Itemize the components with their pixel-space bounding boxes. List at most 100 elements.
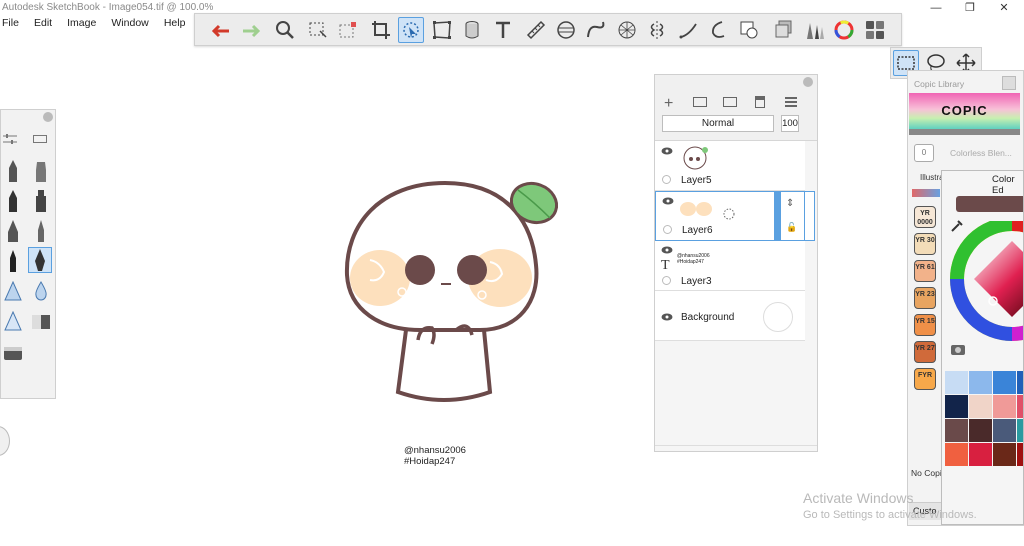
palette-swatch[interactable] — [1017, 419, 1023, 442]
opacity-field[interactable]: 100 — [781, 115, 799, 132]
shape-icon[interactable] — [706, 17, 732, 43]
marker-brush-icon[interactable] — [1, 188, 25, 214]
copic-swatch-yr30[interactable]: YR 30 — [914, 233, 936, 255]
blend-mode-select[interactable]: Normal — [662, 115, 774, 132]
copic-swatch-yr61[interactable]: YR 61 — [914, 260, 936, 282]
smear-brush-icon[interactable] — [1, 308, 25, 334]
crop-icon[interactable] — [368, 17, 394, 43]
distort-icon[interactable] — [429, 17, 455, 43]
perspective-icon[interactable] — [614, 17, 640, 43]
add-image-icon[interactable] — [723, 97, 737, 107]
brush-library-icon[interactable] — [33, 135, 47, 143]
copic-swatch-yr23[interactable]: YR 23 — [914, 287, 936, 309]
menu-window[interactable]: Window — [111, 17, 148, 29]
ellipse-guide-icon[interactable] — [553, 17, 579, 43]
undo-icon[interactable] — [207, 17, 233, 43]
brush-puck[interactable] — [0, 426, 10, 456]
copic-swatch-yr15[interactable]: YR 15 — [914, 314, 936, 336]
panel-close-icon[interactable] — [43, 112, 53, 122]
copic-color-strip[interactable] — [912, 189, 940, 197]
lagoon-icon[interactable] — [862, 17, 888, 43]
copic-swatch-yr27[interactable]: YR 27 — [914, 341, 936, 363]
current-color-swatch[interactable] — [956, 196, 1023, 212]
palette-swatch[interactable] — [993, 371, 1016, 394]
palette-swatch[interactable] — [945, 443, 968, 466]
copy-paste-icon[interactable] — [736, 17, 762, 43]
add-group-icon[interactable] — [693, 97, 707, 107]
hard-eraser-icon[interactable] — [1, 340, 25, 366]
palette-swatch[interactable] — [1017, 371, 1023, 394]
text-icon[interactable] — [490, 17, 516, 43]
pencil-brush-icon[interactable] — [1, 158, 25, 184]
colorless-swatch[interactable]: 0 — [914, 144, 934, 162]
palette-swatch[interactable] — [969, 371, 992, 394]
french-curve-icon[interactable] — [583, 17, 609, 43]
palette-swatch[interactable] — [969, 395, 992, 418]
layer-row-layer5[interactable]: Layer5 — [655, 141, 805, 191]
layer-select-dot[interactable] — [662, 175, 671, 184]
panel-close-icon[interactable] — [803, 77, 813, 87]
brushes-icon[interactable] — [801, 17, 827, 43]
layers-icon[interactable] — [771, 17, 797, 43]
color-wheel[interactable] — [950, 221, 1024, 341]
symmetry-icon[interactable] — [644, 17, 670, 43]
ballpoint-pen-icon[interactable] — [29, 218, 53, 244]
copic-close-icon[interactable] — [1002, 76, 1016, 90]
layer-select-dot[interactable] — [663, 225, 672, 234]
eraser-icon[interactable] — [29, 308, 53, 334]
layer-row-layer3[interactable]: T @nhansu2006 #Hoidap247 Layer3 — [655, 241, 805, 291]
palette-swatch[interactable] — [969, 443, 992, 466]
fine-pen-icon[interactable] — [1, 248, 25, 274]
visibility-eye-icon[interactable] — [662, 197, 674, 205]
visibility-eye-icon[interactable] — [661, 246, 673, 254]
magic-select-icon[interactable] — [335, 17, 361, 43]
layer-row-background[interactable]: Background — [655, 291, 805, 341]
palette-swatch[interactable] — [1017, 395, 1023, 418]
visibility-eye-icon[interactable] — [661, 313, 673, 321]
palette-swatch[interactable] — [945, 371, 968, 394]
brush-settings-icon[interactable] — [3, 134, 17, 144]
layer-menu-icon[interactable] — [785, 97, 797, 107]
redo-icon[interactable] — [239, 17, 265, 43]
cylinder-icon[interactable] — [459, 17, 485, 43]
transform-icon[interactable] — [398, 17, 424, 43]
stroke-icon[interactable] — [676, 17, 702, 43]
select-icon[interactable] — [305, 17, 331, 43]
layer-reorder-icon[interactable]: ⇕ — [786, 198, 794, 209]
felt-pen-icon[interactable] — [1, 218, 25, 244]
add-layer-icon[interactable]: + — [664, 95, 673, 113]
menu-edit[interactable]: Edit — [34, 17, 52, 29]
minimize-button[interactable]: — — [920, 0, 952, 16]
palette-swatch[interactable] — [1017, 443, 1023, 466]
delete-layer-icon[interactable] — [755, 96, 765, 108]
airbrush-icon[interactable] — [29, 158, 53, 184]
background-color-swatch[interactable] — [763, 302, 793, 332]
panel-resize-handle[interactable] — [655, 445, 817, 451]
visibility-eye-icon[interactable] — [661, 147, 673, 155]
layer-select-dot[interactable] — [662, 276, 671, 285]
color-wheel-icon[interactable] — [831, 17, 857, 43]
water-drop-icon[interactable] — [29, 278, 53, 304]
zoom-icon[interactable] — [272, 17, 298, 43]
layer-lock-icon[interactable]: 🔓 — [786, 222, 797, 233]
palette-swatch[interactable] — [945, 395, 968, 418]
palette-swatch[interactable] — [993, 419, 1016, 442]
palette-swatch[interactable] — [969, 419, 992, 442]
menu-file[interactable]: File — [2, 17, 19, 29]
chisel-marker-icon[interactable] — [29, 188, 53, 214]
palette-swatch[interactable] — [945, 419, 968, 442]
layer-row-layer6[interactable]: Layer6 ⇕ 🔓 — [655, 191, 805, 241]
copic-swatch-fyr[interactable]: FYR — [914, 368, 936, 390]
menu-image[interactable]: Image — [67, 17, 96, 29]
inking-pen-icon[interactable] — [28, 247, 52, 273]
palette-swatch[interactable] — [993, 443, 1016, 466]
menu-help[interactable]: Help — [164, 17, 186, 29]
color-history-icon[interactable] — [950, 343, 966, 357]
triangle-brush-icon[interactable] — [1, 278, 25, 304]
ruler-icon[interactable] — [523, 17, 549, 43]
maximize-button[interactable]: ❐ — [954, 0, 986, 16]
copic-swatch-yr0000[interactable]: YR 0000 — [914, 206, 936, 228]
palette-swatch[interactable] — [993, 395, 1016, 418]
copic-banner-handle[interactable] — [909, 129, 1020, 135]
close-button[interactable]: ✕ — [988, 0, 1020, 16]
